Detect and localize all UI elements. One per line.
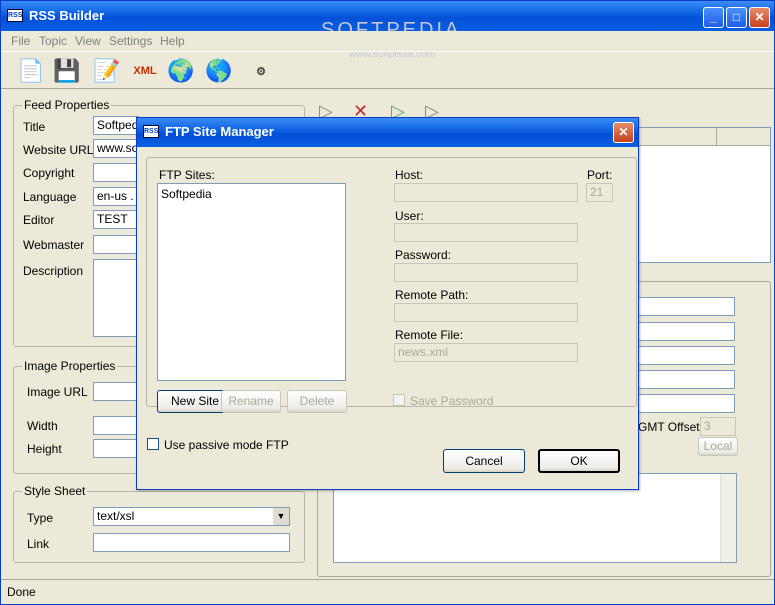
host-field[interactable] (394, 183, 578, 202)
dialog-close-button[interactable]: ✕ (613, 122, 634, 143)
dialog-title: FTP Site Manager (165, 124, 274, 139)
save-password-label: Save Password (410, 394, 494, 408)
gmt-offset-stepper[interactable]: 3 (700, 417, 736, 436)
website-url-field[interactable]: www.sof (93, 139, 139, 158)
topic-field-3[interactable] (635, 346, 735, 365)
status-text: Done (7, 585, 36, 599)
rss-dialog-icon: RSS (143, 125, 159, 138)
toolbar: 📄 💾 📝 XML 🌍 🌎 ⚙ (1, 51, 774, 89)
image-properties-title: Image Properties (22, 359, 118, 373)
ftp-gear-icon[interactable]: ⚙ (245, 55, 277, 87)
passive-mode-checkbox[interactable] (147, 438, 159, 450)
ok-button[interactable]: OK (538, 449, 620, 473)
width-label: Width (27, 419, 58, 433)
type-select[interactable]: text/xsl ▼ (93, 507, 290, 526)
passive-mode-label: Use passive mode FTP (164, 438, 289, 452)
description-label: Description (23, 264, 84, 278)
webmaster-label: Webmaster (23, 238, 85, 252)
minimize-button[interactable]: _ (703, 7, 724, 28)
delete-button[interactable]: Delete (287, 390, 347, 413)
website-url-label: Website URL (23, 143, 94, 157)
language-label: Language (23, 190, 77, 204)
title-label: Title (23, 120, 46, 134)
copyright-label: Copyright (23, 166, 75, 180)
remote-path-field[interactable] (394, 303, 578, 322)
window-title: RSS Builder (29, 8, 105, 23)
type-select-value: text/xsl (97, 509, 135, 523)
type-label: Type (27, 511, 54, 525)
save-password-checkbox[interactable] (393, 394, 405, 406)
new-document-icon[interactable]: 📄 (15, 55, 47, 87)
title-field[interactable]: Softpedia (93, 116, 139, 135)
status-bar: Done (1, 579, 774, 604)
topic-field-2[interactable] (635, 322, 735, 341)
port-field[interactable]: 21 (586, 183, 613, 202)
description-scrollbar[interactable] (720, 474, 736, 562)
local-button[interactable]: Local (698, 437, 738, 456)
host-label: Host: (395, 168, 424, 182)
rename-button[interactable]: Rename (221, 390, 281, 413)
height-label: Height (27, 442, 62, 456)
user-label: User: (395, 209, 424, 223)
dialog-title-bar: RSS FTP Site Manager ✕ (137, 118, 638, 147)
topic-field-4[interactable] (635, 370, 735, 389)
remote-path-label: Remote Path: (395, 288, 469, 302)
edit-note-icon[interactable]: 📝 (91, 55, 123, 87)
password-label: Password: (395, 248, 452, 262)
remote-file-field[interactable]: news.xml (394, 343, 578, 362)
remote-file-label: Remote File: (395, 328, 464, 342)
copyright-field[interactable] (93, 163, 139, 182)
style-sheet-title: Style Sheet (22, 484, 88, 498)
webmaster-field[interactable] (93, 235, 139, 254)
description-field[interactable] (93, 259, 139, 337)
user-field[interactable] (394, 223, 578, 242)
ftp-sites-list[interactable]: Softpedia (157, 183, 346, 381)
rss-app-icon: RSS (7, 9, 23, 22)
feed-properties-title: Feed Properties (22, 98, 112, 112)
globe-upload-icon[interactable]: 🌎 (203, 55, 235, 87)
link-label: Link (27, 537, 50, 551)
menu-bar: File Topic View Settings Help (1, 31, 774, 51)
width-field[interactable] (93, 416, 139, 435)
password-field[interactable] (394, 263, 578, 282)
image-url-field[interactable] (93, 382, 139, 401)
menu-view[interactable]: View (75, 34, 101, 48)
port-label: Port: (587, 168, 613, 182)
menu-help[interactable]: Help (160, 34, 185, 48)
gmt-offset-label: GMT Offset (638, 420, 700, 434)
height-field[interactable] (93, 439, 139, 458)
xml-export-icon[interactable]: XML (129, 55, 161, 87)
editor-field[interactable]: TEST (93, 210, 139, 229)
close-button[interactable]: ✕ (749, 7, 770, 28)
globe-download-icon[interactable]: 🌍 (165, 55, 197, 87)
cancel-button[interactable]: Cancel (443, 449, 525, 473)
image-url-label: Image URL (27, 385, 88, 399)
topic-field-5[interactable] (635, 394, 735, 413)
ftp-site-manager-dialog: RSS FTP Site Manager ✕ FTP Sites: Softpe… (136, 117, 639, 490)
menu-file[interactable]: File (11, 34, 30, 48)
language-field[interactable]: en-us . E (93, 187, 139, 206)
chevron-down-icon[interactable]: ▼ (273, 508, 289, 525)
editor-label: Editor (23, 213, 55, 227)
save-icon[interactable]: 💾 (51, 55, 83, 87)
ftp-sites-label: FTP Sites: (159, 168, 215, 182)
style-sheet-group: Style Sheet (13, 484, 305, 563)
menu-topic[interactable]: Topic (39, 34, 67, 48)
maximize-button[interactable]: □ (726, 7, 747, 28)
topic-field-1[interactable] (635, 297, 735, 316)
list-item[interactable]: Softpedia (161, 187, 212, 201)
menu-settings[interactable]: Settings (109, 34, 152, 48)
link-field[interactable] (93, 533, 290, 552)
